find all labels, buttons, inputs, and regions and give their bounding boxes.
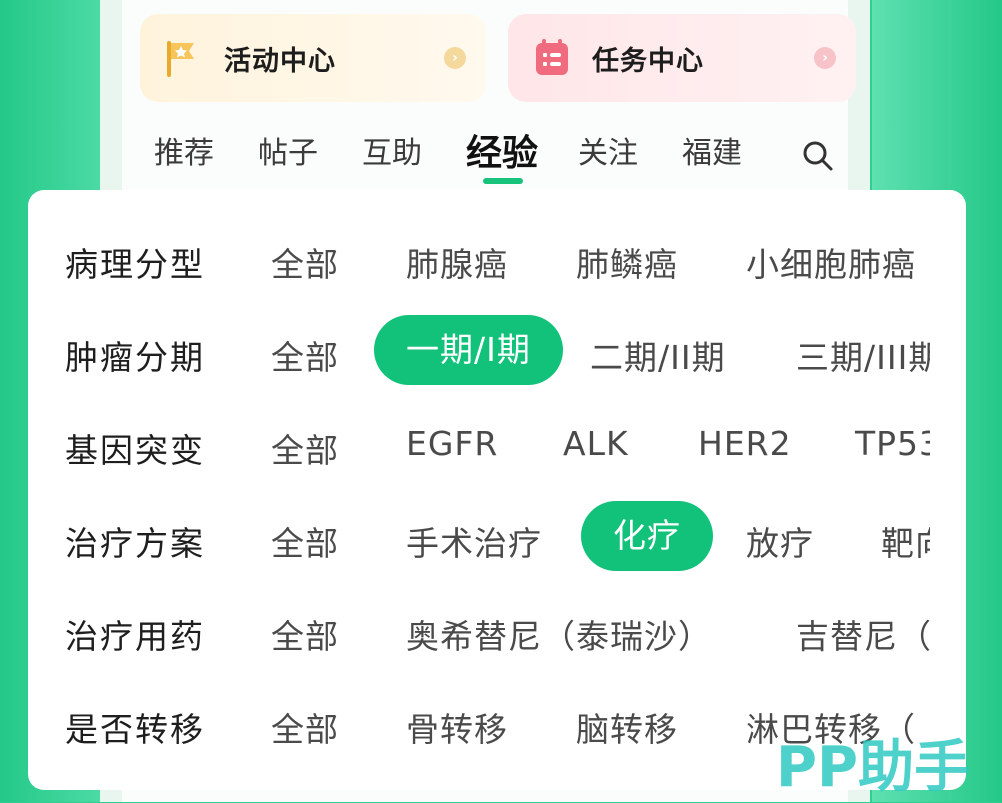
tab-recommend[interactable]: 推荐 — [154, 128, 214, 172]
filter-row-stage: 肿瘤分期 全部 一期/I期 二期/II期 三期/III期 — [28, 315, 930, 385]
pp-assistant-watermark: PP助手 — [776, 735, 971, 800]
filter-label: 治疗方案 — [65, 524, 205, 563]
filter-option[interactable]: HER2 — [698, 424, 792, 463]
tab-mutual-help[interactable]: 互助 — [362, 128, 422, 172]
filter-option[interactable]: 肺鳞癌 — [576, 238, 678, 286]
filter-row-drug: 治疗用药 全部 奥希替尼（泰瑞沙） 吉替尼（ — [28, 594, 930, 664]
filter-option[interactable]: 全部 — [271, 238, 339, 286]
filter-option-selected[interactable]: 化疗 — [581, 501, 713, 571]
tab-experience[interactable]: 经验 — [466, 124, 538, 176]
filter-row-gene: 基因突变 全部 EGFR ALK HER2 TP53 — [28, 408, 930, 478]
filter-option[interactable]: 全部 — [271, 610, 339, 658]
filter-option[interactable]: 肺腺癌 — [406, 238, 508, 286]
filter-option[interactable]: 脑转移 — [576, 703, 678, 751]
filter-option[interactable]: 小细胞肺癌 — [746, 238, 916, 286]
search-icon[interactable] — [800, 138, 836, 174]
filter-option[interactable]: 靶向 — [881, 517, 930, 565]
filter-option[interactable]: 全部 — [271, 424, 339, 472]
flag-icon — [162, 36, 206, 80]
filter-label: 肿瘤分期 — [65, 338, 205, 377]
tab-posts[interactable]: 帖子 — [258, 128, 318, 172]
filter-option[interactable]: 全部 — [271, 703, 339, 751]
filter-label: 是否转移 — [65, 710, 205, 749]
filter-row-pathology: 病理分型 全部 肺腺癌 肺鳞癌 小细胞肺癌 — [28, 222, 930, 292]
task-center-label: 任务中心 — [592, 45, 704, 77]
filter-label: 治疗用药 — [65, 617, 205, 656]
filter-label: 病理分型 — [65, 245, 205, 284]
chevron-right-icon: › — [814, 47, 836, 69]
active-tab-indicator — [483, 178, 523, 184]
filter-option[interactable]: TP53 — [855, 424, 930, 463]
filter-option[interactable]: 奥希替尼（泰瑞沙） — [406, 610, 712, 658]
filter-option-selected[interactable]: 一期/I期 — [374, 315, 563, 385]
filter-option[interactable]: 手术治疗 — [406, 517, 542, 565]
filter-option[interactable]: 吉替尼（ — [796, 610, 930, 658]
chevron-right-icon: › — [444, 47, 466, 69]
tab-fujian[interactable]: 福建 — [682, 128, 742, 172]
filter-option[interactable]: 放疗 — [746, 517, 814, 565]
calendar-icon — [530, 36, 574, 80]
filter-panel: 病理分型 全部 肺腺癌 肺鳞癌 小细胞肺癌 肿瘤分期 全部 一期/I期 二期/I… — [28, 190, 966, 790]
task-center-card[interactable]: 任务中心 › — [508, 14, 856, 102]
activity-center-card[interactable]: 活动中心 › — [140, 14, 486, 102]
filter-option[interactable]: 二期/II期 — [590, 331, 726, 379]
category-tabs: 推荐 帖子 互助 经验 关注 福建 — [138, 128, 868, 188]
filter-option[interactable]: 全部 — [271, 517, 339, 565]
tab-following[interactable]: 关注 — [578, 128, 638, 172]
filter-option[interactable]: EGFR — [406, 424, 498, 463]
filter-label: 基因突变 — [65, 431, 205, 470]
filter-option[interactable]: ALK — [563, 424, 629, 463]
filter-option[interactable]: 三期/III期 — [796, 331, 930, 379]
filter-row-treatment: 治疗方案 全部 手术治疗 化疗 放疗 靶向 — [28, 501, 930, 571]
filter-option[interactable]: 骨转移 — [406, 703, 508, 751]
activity-center-label: 活动中心 — [224, 45, 336, 77]
filter-option[interactable]: 全部 — [271, 331, 339, 379]
